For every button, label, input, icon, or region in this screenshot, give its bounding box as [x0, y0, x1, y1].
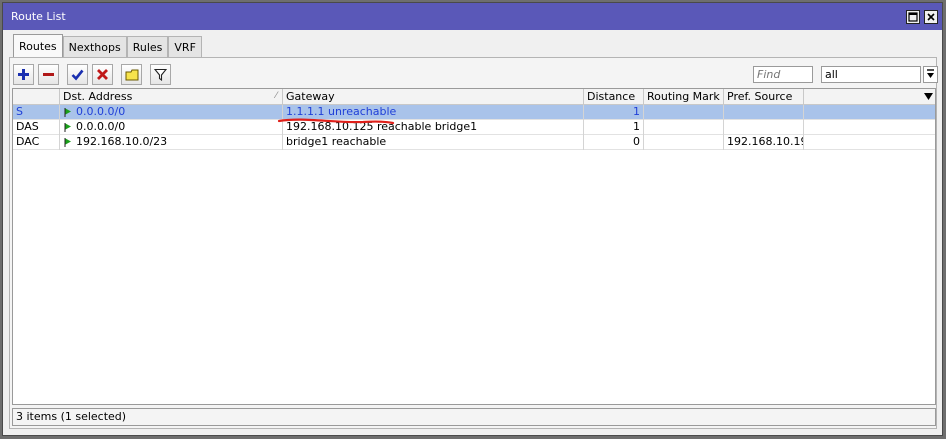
cell-dst-address: 192.168.10.0/23 — [60, 135, 283, 150]
cell-pref-source: 192.168.10.193 — [724, 135, 804, 150]
remove-icon — [43, 73, 54, 76]
cell-gateway: bridge1 reachable — [283, 135, 584, 150]
tab-strip: Routes Nexthops Rules VRF — [13, 34, 202, 57]
cell-dst-address-text: 0.0.0.0/0 — [76, 120, 126, 133]
route-flag-icon — [64, 108, 71, 117]
column-header-distance[interactable]: Distance — [584, 89, 644, 105]
column-header-routing-mark[interactable]: Routing Mark — [644, 89, 724, 105]
column-header-flags[interactable] — [13, 89, 60, 105]
column-header-spacer — [804, 89, 937, 105]
table-row[interactable]: S 0.0.0.0/0 1.1.1.1 unreachable 1 — [13, 105, 935, 120]
title-bar[interactable]: Route List — [3, 3, 942, 30]
route-list-window: Route List Routes Nexthops Rules VRF Fin… — [2, 2, 943, 436]
filter-icon — [154, 68, 167, 81]
cell-routing-mark — [644, 105, 724, 120]
cell-routing-mark — [644, 135, 724, 150]
route-flag-icon — [64, 123, 71, 132]
close-icon[interactable] — [924, 9, 938, 24]
cell-flags: S — [13, 105, 60, 120]
enable-icon — [71, 69, 84, 81]
column-header-gateway[interactable]: Gateway — [283, 89, 584, 105]
table-row[interactable]: DAS 0.0.0.0/0 192.168.10.125 reachable b… — [13, 120, 935, 135]
toolbar: all — [13, 64, 938, 86]
status-bar: 3 items (1 selected) — [12, 408, 936, 426]
add-button[interactable] — [13, 64, 34, 85]
cell-pref-source — [724, 120, 804, 135]
cell-flags: DAS — [13, 120, 60, 135]
tab-rules[interactable]: Rules — [126, 36, 169, 57]
comment-button[interactable] — [121, 64, 142, 85]
filter-select[interactable]: all — [821, 66, 921, 83]
route-flag-icon — [64, 138, 71, 147]
cell-dst-address: 0.0.0.0/0 — [60, 120, 283, 135]
tab-vrf[interactable]: VRF — [168, 36, 202, 57]
find-input[interactable] — [753, 66, 813, 83]
cell-dst-address: 0.0.0.0/0 — [60, 105, 283, 120]
disable-button[interactable] — [92, 64, 113, 85]
filter-dropdown-button[interactable] — [923, 66, 938, 83]
table-row[interactable]: DAC 192.168.10.0/23 bridge1 reachable 0 … — [13, 135, 935, 150]
tab-nexthops[interactable]: Nexthops — [62, 36, 127, 57]
sort-icon: ⁄ — [275, 91, 277, 101]
column-menu-icon[interactable] — [924, 93, 933, 100]
enable-button[interactable] — [67, 64, 88, 85]
cell-pref-source — [724, 105, 804, 120]
cell-distance: 0 — [584, 135, 644, 150]
cell-routing-mark — [644, 120, 724, 135]
add-icon — [18, 69, 29, 80]
table-header: Dst. Address ⁄ Gateway Distance Routing … — [13, 89, 935, 105]
cell-dst-address-text: 192.168.10.0/23 — [76, 135, 168, 148]
cell-dst-address-text: 0.0.0.0/0 — [76, 105, 126, 118]
tab-routes[interactable]: Routes — [13, 34, 63, 57]
remove-button[interactable] — [38, 64, 59, 85]
chevron-down-icon — [927, 69, 934, 78]
cell-gateway: 192.168.10.125 reachable bridge1 — [283, 120, 584, 135]
comment-icon — [125, 69, 138, 80]
window-title: Route List — [11, 10, 66, 23]
column-header-pref-source[interactable]: Pref. Source — [724, 89, 804, 105]
filter-button[interactable] — [150, 64, 171, 85]
disable-icon — [97, 69, 108, 80]
routes-table: Dst. Address ⁄ Gateway Distance Routing … — [12, 88, 936, 405]
cell-flags: DAC — [13, 135, 60, 150]
column-header-dst-address-label: Dst. Address — [63, 90, 133, 103]
column-header-dst-address[interactable]: Dst. Address ⁄ — [60, 89, 283, 105]
cell-gateway: 1.1.1.1 unreachable — [283, 105, 584, 120]
cell-distance: 1 — [584, 105, 644, 120]
cell-distance: 1 — [584, 120, 644, 135]
maximize-icon[interactable] — [906, 9, 920, 24]
routes-panel: all Dst. Address ⁄ Gateway Distance Rout… — [9, 57, 938, 429]
